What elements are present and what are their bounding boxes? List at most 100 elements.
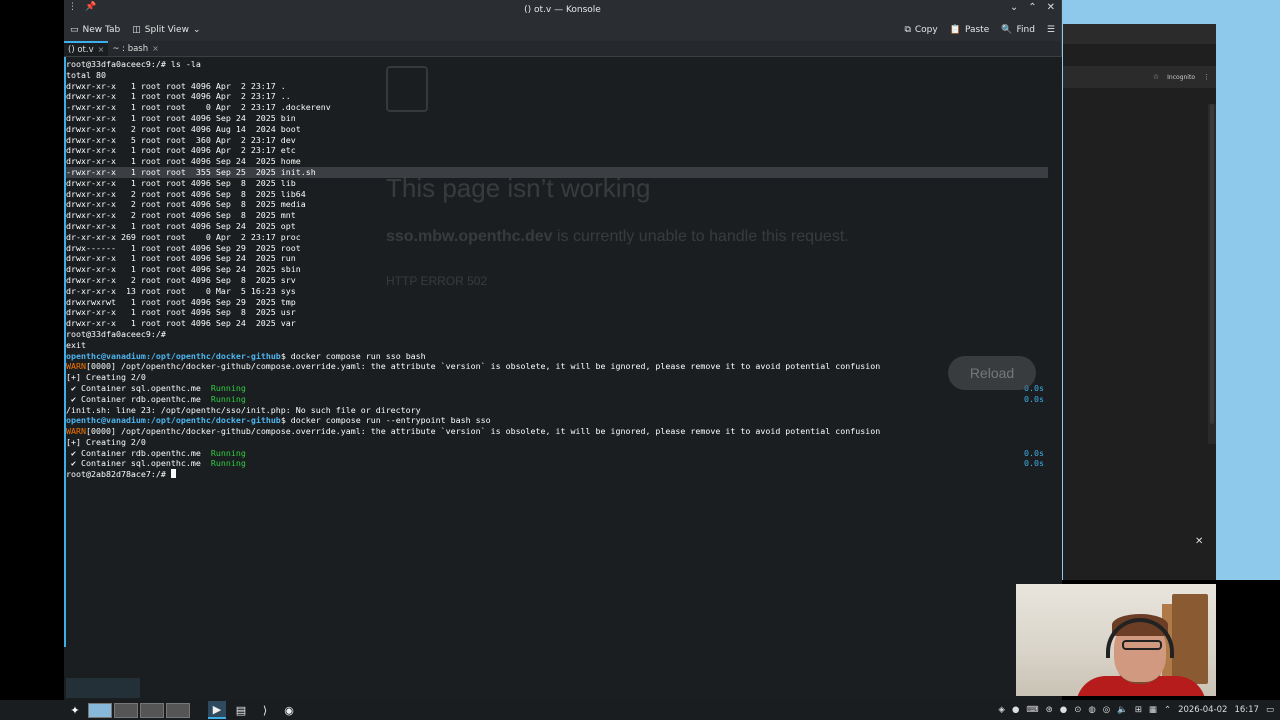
taskbar: ✦ ▶ ▤ ⟩ ◉ ◈ ● ⌨ ⊛ ● ⊙ ◍ ◎ 🔈 ⊞ ▦ ⌃ 2026-0… xyxy=(0,700,1280,720)
terminal-line: drwx------ 1 root root 4096 Sep 29 2025 … xyxy=(66,242,301,253)
terminal-line: root@33dfa0aceec9:/# xyxy=(66,328,166,339)
terminal-line: drwxr-xr-x 1 root root 4096 Apr 2 23:17 … xyxy=(66,91,291,102)
terminal-line-error: /init.sh: line 23: /opt/openthc/sso/init… xyxy=(66,404,421,415)
terminal-line: [+] Creating 2/0 xyxy=(66,436,146,447)
file-manager-icon[interactable]: ▤ xyxy=(232,701,250,719)
chrome-scrollbar[interactable] xyxy=(1208,104,1216,444)
desktop-2[interactable] xyxy=(114,702,138,718)
tab-bash[interactable]: ~ : bash × xyxy=(108,41,163,56)
webcam-feed xyxy=(1016,584,1216,696)
copy-button[interactable]: ⧉ Copy xyxy=(904,25,937,35)
bookmark-star-icon[interactable]: ☆ xyxy=(1153,73,1159,81)
focus-indicator xyxy=(64,57,66,647)
tray-icon[interactable]: ◎ xyxy=(1103,705,1110,715)
close-tab-icon[interactable]: × xyxy=(152,44,159,53)
search-icon: 🔍 xyxy=(1001,25,1013,35)
tray-icon[interactable]: ◈ xyxy=(998,705,1005,715)
terminal-line: drwxr-xr-x 2 root root 4096 Sep 8 2025 m… xyxy=(66,199,306,210)
terminal-line: drwxr-xr-x 2 root root 4096 Aug 14 2024 … xyxy=(66,123,301,134)
terminal-line-container: ✔ Container sql.openthc.me Running 0.0s xyxy=(66,382,1044,393)
terminal-line: drwxrwxrwt 1 root root 4096 Sep 29 2025 … xyxy=(66,296,296,307)
menu-dots-icon[interactable]: ⋮ xyxy=(1203,73,1210,81)
clock-time[interactable]: 16:17 xyxy=(1234,705,1259,715)
clock-date[interactable]: 2026-04-02 xyxy=(1178,705,1227,715)
tray-expand-icon[interactable]: ⌃ xyxy=(1164,705,1171,715)
new-tab-icon: ▭ xyxy=(70,25,79,35)
incognito-label: Incognito xyxy=(1167,73,1195,81)
hamburger-icon: ☰ xyxy=(1046,25,1055,35)
paste-button[interactable]: 📋 Paste xyxy=(950,25,990,35)
close-icon[interactable]: ✕ xyxy=(1195,536,1203,547)
tray-icon[interactable]: ⊛ xyxy=(1046,705,1053,715)
show-desktop-icon[interactable]: ▭ xyxy=(1266,705,1274,715)
terminal-line: dr-xr-xr-x 269 root root 0 Apr 2 23:17 p… xyxy=(66,231,301,242)
close-icon[interactable]: ✕ xyxy=(1047,2,1055,13)
tray-icon[interactable]: ◍ xyxy=(1088,705,1095,715)
desktop-4[interactable] xyxy=(166,702,190,718)
tray-icon[interactable]: ● xyxy=(1012,705,1019,715)
copy-icon: ⧉ xyxy=(904,25,911,35)
text-cursor xyxy=(170,469,176,479)
desktop-1[interactable] xyxy=(88,702,112,718)
terminal-line: drwxr-xr-x 1 root root 4096 Apr 2 23:17 … xyxy=(66,145,296,156)
terminal-line: drwxr-xr-x 5 root root 360 Apr 2 23:17 d… xyxy=(66,134,296,145)
konsole-task-icon[interactable]: ▶ xyxy=(208,701,226,719)
window-title: () ot.v — Konsole xyxy=(524,4,601,15)
new-tab-button[interactable]: ▭ New Tab xyxy=(70,25,120,35)
split-view-button[interactable]: ◫ Split View ⌄ xyxy=(132,25,200,35)
terminal-line: dr-xr-xr-x 13 root root 0 Mar 5 16:23 sy… xyxy=(66,285,296,296)
system-tray: ◈ ● ⌨ ⊛ ● ⊙ ◍ ◎ 🔈 ⊞ ▦ ⌃ 2026-04-02 16:17… xyxy=(998,705,1274,715)
terminal-line-command: openthc@vanadium:/opt/openthc/docker-git… xyxy=(66,415,491,426)
terminal-line-warning: WARN[0000] /opt/openthc/docker-github/co… xyxy=(66,361,881,372)
terminal-line: drwxr-xr-x 1 root root 4096 Sep 24 2025 … xyxy=(66,220,296,231)
clipboard-icon[interactable]: ▦ xyxy=(1149,705,1157,715)
maximize-icon[interactable]: ⌃ xyxy=(1028,2,1036,13)
terminal-line: drwxr-xr-x 1 root root 4096 Sep 24 2025 … xyxy=(66,253,296,264)
terminal-line-container: ✔ Container rdb.openthc.me Running 0.0s xyxy=(66,447,1044,458)
volume-icon[interactable]: 🔈 xyxy=(1117,705,1128,715)
reload-button[interactable]: Reload xyxy=(948,356,1036,390)
terminal-prompt[interactable]: root@2ab82d78ace7:/# xyxy=(66,469,1062,480)
terminal-line: drwxr-xr-x 1 root root 4096 Sep 24 2025 … xyxy=(66,156,301,167)
terminal-line: total 80 xyxy=(66,69,106,80)
terminal-line-container: ✔ Container rdb.openthc.me Running 0.0s xyxy=(66,393,1044,404)
hamburger-menu-button[interactable]: ☰ xyxy=(1047,25,1055,35)
tray-icon[interactable]: ⌨ xyxy=(1026,705,1038,715)
network-icon[interactable]: ⊞ xyxy=(1135,705,1142,715)
chevron-down-icon: ⌄ xyxy=(192,25,201,35)
minimize-icon[interactable]: ⌄ xyxy=(1010,2,1018,13)
desktop-3[interactable] xyxy=(140,702,164,718)
terminal-line-command: openthc@vanadium:/opt/openthc/docker-git… xyxy=(66,350,426,361)
desktop: ☆ Incognito ⋮ ✕ ⋮ 📌 () ot.v — Konsole ⌄ … xyxy=(0,0,1280,720)
terminal-output[interactable]: root@33dfa0aceec9:/# ls -la total 80 drw… xyxy=(64,57,1062,700)
terminal-line-container: ✔ Container sql.openthc.me Running 0.0s xyxy=(66,458,1044,469)
close-tab-icon[interactable]: × xyxy=(98,45,105,54)
vscode-icon[interactable]: ⟩ xyxy=(256,701,274,719)
terminal-line: drwxr-xr-x 2 root root 4096 Sep 8 2025 l… xyxy=(66,188,306,199)
split-view-icon: ◫ xyxy=(132,25,141,35)
terminal-line: drwxr-xr-x 1 root root 4096 Sep 24 2025 … xyxy=(66,112,296,123)
chrome-window[interactable]: ☆ Incognito ⋮ ✕ xyxy=(1063,24,1216,580)
app-launcher-icon[interactable]: ✦ xyxy=(66,701,84,719)
chrome-tab-strip[interactable] xyxy=(1063,24,1216,44)
find-button[interactable]: 🔍 Find xyxy=(1001,25,1035,35)
terminal-line: root@33dfa0aceec9:/# ls -la xyxy=(66,59,201,69)
paste-icon: 📋 xyxy=(949,25,961,35)
terminal-line-highlighted: -rwxr-xr-x 1 root root 355 Sep 25 2025 i… xyxy=(66,166,1048,178)
task-preview xyxy=(66,678,140,698)
terminal-line: -rwxr-xr-x 1 root root 0 Apr 2 23:17 .do… xyxy=(66,102,331,113)
terminal-line: drwxr-xr-x 1 root root 4096 Sep 8 2025 l… xyxy=(66,177,296,188)
record-icon[interactable]: ● xyxy=(1060,705,1067,715)
tab-otv[interactable]: () ot.v × xyxy=(64,41,109,56)
tray-icon[interactable]: ⊙ xyxy=(1074,705,1081,715)
virtual-desktop-pager[interactable] xyxy=(88,702,190,718)
terminal-line: [+] Creating 2/0 xyxy=(66,372,146,383)
terminal-line: drwxr-xr-x 2 root root 4096 Sep 8 2025 s… xyxy=(66,274,296,285)
chrome-url-bar[interactable]: ☆ Incognito ⋮ xyxy=(1063,66,1216,88)
terminal-line-warning: WARN[0000] /opt/openthc/docker-github/co… xyxy=(66,426,881,437)
konsole-window: ⋮ 📌 () ot.v — Konsole ⌄ ⌃ ✕ ▭ New Tab ◫ … xyxy=(64,0,1062,700)
terminal-line: drwxr-xr-x 2 root root 4096 Sep 8 2025 m… xyxy=(66,210,296,221)
terminal-line: drwxr-xr-x 1 root root 4096 Sep 8 2025 u… xyxy=(66,307,296,318)
chrome-icon[interactable]: ◉ xyxy=(280,701,298,719)
window-titlebar[interactable]: ⋮ 📌 () ot.v — Konsole ⌄ ⌃ ✕ xyxy=(64,0,1061,19)
